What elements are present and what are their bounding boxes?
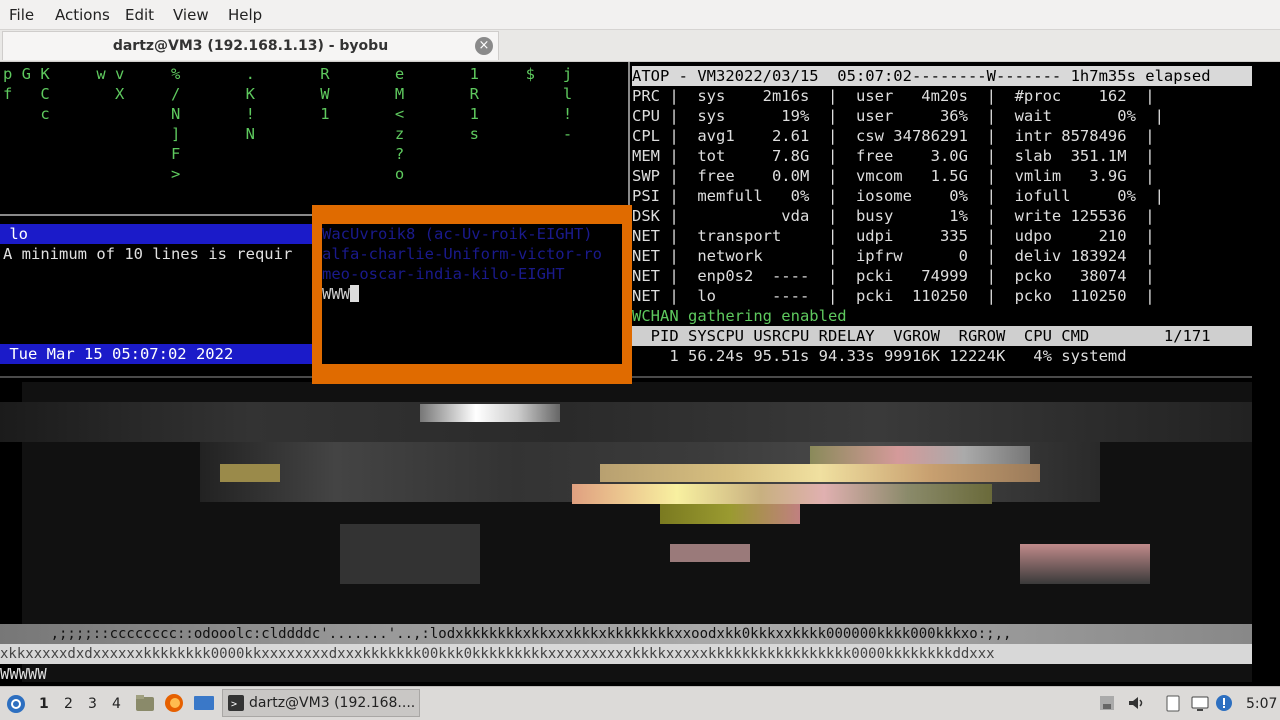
overlay-line: alfa-charlie-Uniform-victor-ro [322,245,602,263]
screen-icon[interactable] [1191,694,1209,712]
ascii-art-highlight [670,544,750,562]
atop-row: MEM | tot 7.8G | free 3.0G | slab 351.1M… [632,147,1155,165]
atop-row: CPU | sys 19% | user 36% | wait 0% | [632,107,1164,125]
overlay-prompt: WWW [322,284,359,304]
taskbar-window-label: dartz@VM3 (192.168.... [249,695,416,711]
size-warning: A minimum of 10 lines is requir [3,245,293,263]
firefox-icon[interactable] [164,693,184,713]
atop-row: PSI | memfull 0% | iosome 0% | iofull 0%… [632,187,1164,205]
matrix-row: F ? [3,145,405,163]
network-icon[interactable] [1098,694,1116,712]
clock: 5:07 [1246,696,1278,712]
svg-text:>: > [231,699,237,710]
bottom-prompt: WWWWW [0,665,47,683]
menu-view[interactable]: View [173,6,209,24]
overlay-line: WacUvroik8 (ac-Uv-roik-EIGHT) [322,225,593,243]
atop-row: DSK | vda | busy 1% | write 125536 | [632,207,1155,225]
matrix-row: p G K w v % . R e 1 $ j [3,65,573,83]
close-icon[interactable]: × [475,37,493,55]
taskbar-window-terminal[interactable]: > dartz@VM3 (192.168.... [222,689,420,717]
overlay-prompt-text: WWW [322,285,350,303]
ascii-art-line: ,;;;;::cccccccc::odooolc:clddddc'.......… [0,626,1012,642]
workspace-2[interactable]: 2 [64,696,73,712]
ascii-art-highlight [660,504,800,524]
process-row: 1 56.24s 95.51s 94.33s 99916K 12224K 4% … [632,347,1127,365]
desktop-icon[interactable] [193,694,215,712]
notification-icon[interactable] [1215,694,1233,712]
menu-edit[interactable]: Edit [125,6,154,24]
clock-bar: Tue Mar 15 05:07:02 2022 [0,344,312,364]
atop-row: NET | network | ipfrw 0 | deliv 183924 | [632,247,1155,265]
ascii-art-highlight [600,464,1040,482]
ascii-art-band [0,402,1252,442]
atop-row: NET | lo ---- | pcki 110250 | pcko 11025… [632,287,1155,305]
ascii-art-highlight [572,484,992,504]
overlay-line: meo-oscar-india-kilo-EIGHT [322,265,565,283]
atop-row: NET | transport | udpi 335 | udpo 210 | [632,227,1155,245]
atop-row: SWP | free 0.0M | vmcom 1.5G | vmlim 3.9… [632,167,1155,185]
wchan-status: WCHAN gathering enabled [632,307,847,325]
atop-header: ATOP - VM32022/03/15 05:07:02--------W--… [632,66,1252,86]
workspace-1[interactable]: 1 [39,696,49,712]
ascii-art-band [340,524,480,584]
ascii-art-line: xkkxxxxxdxdxxxxxxkkkkkkkk0000kkxxxxxxxxd… [0,646,995,662]
start-menu-icon[interactable] [6,694,26,714]
ascii-art-highlight [420,404,560,422]
process-header: PID SYSCPU USRCPU RDELAY VGROW RGROW CPU… [632,326,1252,346]
tab-bar: dartz@VM3 (192.168.1.13) - byobu × [0,30,1280,62]
atop-row: CPL | avg1 2.61 | csw 34786291 | intr 85… [632,127,1155,145]
tab-title: dartz@VM3 (192.168.1.13) - byobu [112,38,389,54]
workspace-3[interactable]: 3 [88,696,97,712]
menu-bar: File Actions Edit View Help [0,0,1280,30]
atop-row: NET | enp0s2 ---- | pcki 74999 | pcko 38… [632,267,1155,285]
file-manager-icon[interactable] [135,694,155,712]
volume-icon[interactable] [1127,694,1145,712]
pane-divider [0,214,312,216]
terminal-icon: > [228,695,244,711]
matrix-row: f C X / K W M R l [3,85,573,103]
menu-actions[interactable]: Actions [55,6,110,24]
matrix-row: c N ! 1 < 1 ! [3,105,573,123]
ascii-art-highlight [810,446,1030,464]
terminal-area[interactable]: p G K w v % . R e 1 $ j f C X / K W M R … [0,62,1280,686]
workspace-4[interactable]: 4 [112,696,121,712]
status-bar: lo [0,224,312,244]
menu-file[interactable]: File [9,6,34,24]
terminal-tab[interactable]: dartz@VM3 (192.168.1.13) - byobu × [2,31,499,60]
ascii-art-highlight [220,464,280,482]
ascii-art-highlight [1020,544,1150,584]
menu-help[interactable]: Help [228,6,262,24]
clipboard-icon[interactable] [1164,694,1182,712]
taskbar: 1 2 3 4 > dartz@VM3 (192.168.... 5:07 [0,686,1280,720]
matrix-row: > o [3,165,405,183]
atop-row: PRC | sys 2m16s | user 4m20s | #proc 162… [632,87,1155,105]
text-cursor [350,285,359,302]
matrix-row: ] N z s - [3,125,573,143]
